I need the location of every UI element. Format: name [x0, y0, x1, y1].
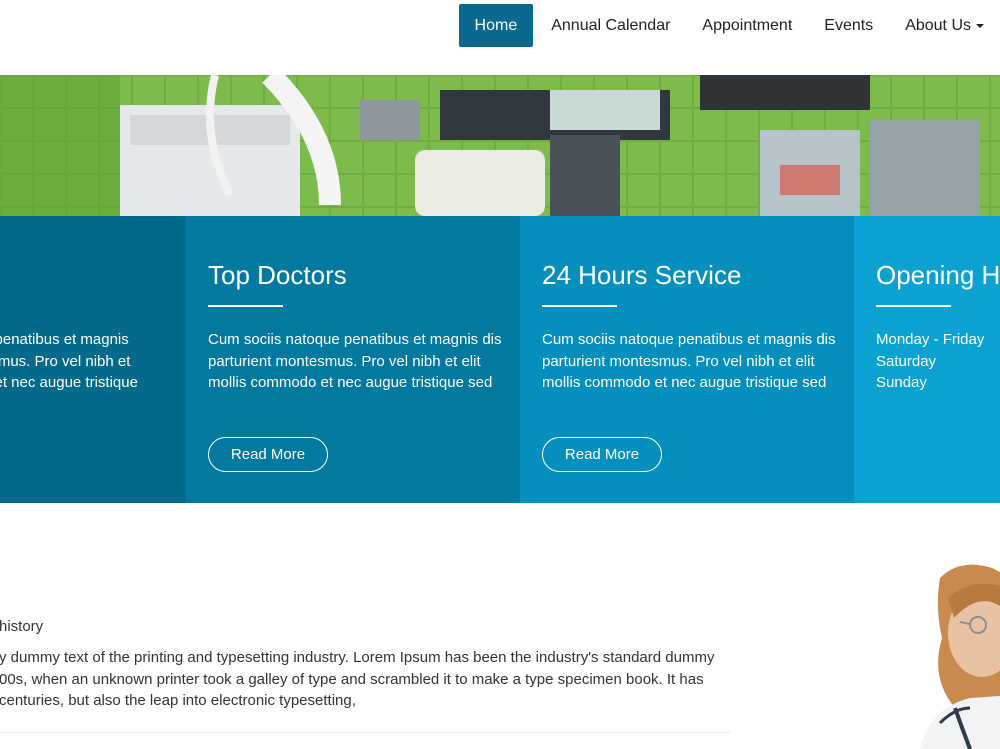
read-more-button-24-hours[interactable]: Read More — [542, 437, 662, 472]
nav-appointment[interactable]: Appointment — [686, 4, 808, 47]
nav-home[interactable]: Home — [458, 4, 534, 47]
feature-panel-1: s e penatibus et magnis esmus. Pro vel n… — [0, 216, 186, 503]
title-underline — [208, 305, 283, 307]
opening-hours-list: Monday - Friday Saturday Sunday — [876, 329, 984, 394]
opening-day: Monday - Friday — [876, 331, 985, 348]
hero-image — [0, 75, 1000, 216]
about-subtitle: history — [0, 618, 44, 635]
about-paragraph: y dummy text of the printing and typeset… — [0, 647, 729, 712]
about-line: centuries, but also the leap into electr… — [0, 692, 356, 709]
read-more-button-top-doctors[interactable]: Read More — [208, 437, 328, 472]
title-underline — [542, 305, 617, 307]
nav-menu: Home Annual Calendar Appointment Events … — [458, 4, 1000, 47]
nav-about-us-label: About Us — [905, 17, 971, 34]
panel-1-text-line: e penatibus et magnis — [0, 331, 129, 348]
feature-panel-top-doctors: Top Doctors Cum sociis natoque penatibus… — [186, 216, 520, 503]
feature-panel-opening-hours: Opening Ho Monday - Friday Saturday Sund… — [854, 216, 1000, 503]
nav-about-us[interactable]: About Us — [889, 4, 1000, 47]
panel-1-text-line: o et nec augue tristique — [0, 374, 138, 391]
doctor-photo — [900, 558, 1000, 749]
panel-title-opening-hours: Opening Ho — [876, 260, 1000, 290]
operating-room-illustration — [0, 75, 1000, 216]
panel-text-24-hours: Cum sociis natoque penatibus et magnis d… — [542, 331, 836, 391]
panel-1-text-line: esmus. Pro vel nibh et — [0, 352, 131, 370]
about-line: 00s, when an unknown printer took a gall… — [0, 670, 704, 688]
nav-annual-calendar[interactable]: Annual Calendar — [535, 4, 686, 47]
caret-down-icon — [976, 23, 984, 28]
about-section: history y dummy text of the printing and… — [0, 503, 1000, 749]
panel-1-text: e penatibus et magnis esmus. Pro vel nib… — [0, 329, 138, 394]
doctor-illustration — [920, 564, 1000, 749]
nav-events[interactable]: Events — [808, 4, 889, 47]
title-underline — [876, 305, 951, 307]
panel-text-top-doctors: Cum sociis natoque penatibus et magnis d… — [208, 331, 502, 391]
navbar: Home Annual Calendar Appointment Events … — [0, 0, 1000, 75]
divider — [0, 732, 730, 733]
panel-title-24-hours: 24 Hours Service — [542, 260, 742, 290]
panel-title-top-doctors: Top Doctors — [208, 260, 347, 290]
feature-panel-24-hours: 24 Hours Service Cum sociis natoque pena… — [520, 216, 854, 503]
about-line: y dummy text of the printing and typeset… — [0, 649, 715, 666]
opening-day: Sunday — [876, 374, 927, 391]
features-section: s e penatibus et magnis esmus. Pro vel n… — [0, 216, 1000, 503]
opening-day: Saturday — [876, 352, 937, 370]
